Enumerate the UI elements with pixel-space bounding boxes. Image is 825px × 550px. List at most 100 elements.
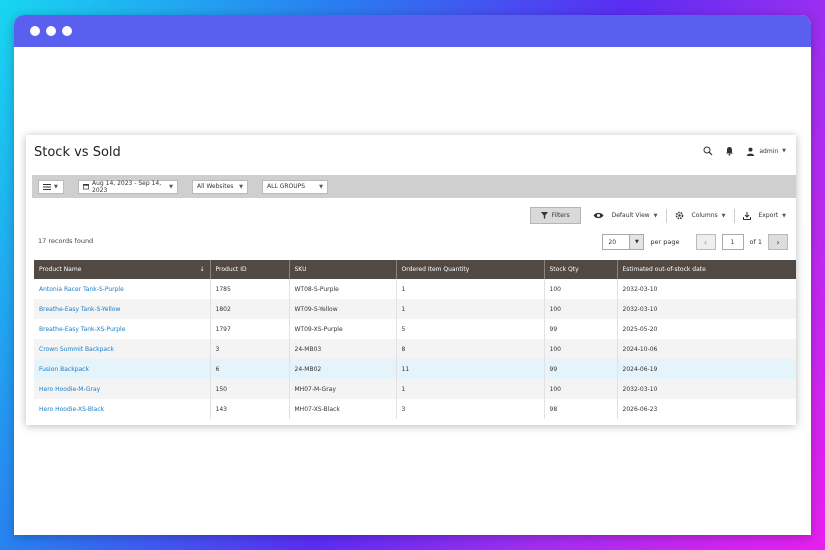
- product-link[interactable]: Hero Hoodie-XS-Black: [39, 406, 104, 413]
- sku-cell: WT08-S-Purple: [289, 279, 397, 299]
- user-menu[interactable]: admin ▼: [746, 147, 786, 156]
- chevron-down-icon: ▼: [319, 183, 323, 190]
- website-select[interactable]: All Websites ▼: [192, 179, 248, 194]
- stock-qty-cell: 99: [544, 319, 618, 339]
- filters-label: Filters: [551, 212, 570, 219]
- website-select-value: All Websites: [197, 183, 234, 190]
- ordered-qty-cell: 5: [396, 319, 545, 339]
- records-count: 17 records found: [38, 237, 94, 245]
- product-name-cell: Breathe-Easy Tank-S-Yellow: [34, 299, 211, 319]
- product-name-cell: Hero Hoodie-M-Gray: [34, 379, 211, 399]
- product-name-cell: Breathe-Easy Tank-XS-Purple: [34, 319, 211, 339]
- stock-qty-cell: 100: [544, 339, 618, 359]
- chevron-down-icon: ▼: [169, 183, 173, 190]
- table-row: Hero Hoodie-M-Gray 150 MH07-M-Gray 1 100…: [34, 379, 796, 399]
- sku-cell: MH07-M-Gray: [289, 379, 397, 399]
- ordered-qty-cell: 8: [396, 339, 545, 359]
- column-header-sku[interactable]: SKU: [289, 260, 397, 279]
- bell-icon[interactable]: [725, 146, 734, 156]
- column-header-product-id[interactable]: Product ID: [210, 260, 290, 279]
- group-select[interactable]: ALL GROUPS ▼: [262, 179, 328, 194]
- per-page-select[interactable]: 20 ▼: [602, 234, 645, 250]
- prev-page-button[interactable]: ‹: [695, 234, 716, 250]
- page-number-input[interactable]: 1: [721, 234, 744, 250]
- chevron-down-icon: ▼: [782, 212, 786, 219]
- per-page-label: per page: [650, 238, 680, 246]
- filter-toolbar: ▼ Aug 14, 2023 - Sep 14, 2023 ▼ All Webs…: [32, 175, 796, 198]
- export-button[interactable]: Export ▼: [742, 211, 786, 220]
- date-range-value: Aug 14, 2023 - Sep 14, 2023: [92, 179, 162, 194]
- table-header-row: Product Name ↓ Product ID SKU Ordered Ite…: [34, 260, 796, 279]
- chevron-down-icon: ▼: [629, 235, 644, 249]
- chevron-down-icon: ▼: [721, 212, 726, 219]
- product-link[interactable]: Fusion Backpack: [39, 366, 89, 373]
- product-id-cell: 1802: [210, 299, 290, 319]
- ordered-qty-cell: 1: [396, 379, 545, 399]
- report-panel: Stock vs Sold admin ▼ ▼ Aug 14, 2023 - S…: [26, 135, 796, 425]
- product-link[interactable]: Crown Summit Backpack: [39, 346, 114, 353]
- ordered-qty-cell: 11: [396, 359, 545, 379]
- out-of-stock-date-cell: 2032-03-10: [617, 299, 796, 319]
- out-of-stock-date-cell: 2026-06-23: [622, 405, 658, 413]
- export-label: Export: [758, 212, 779, 219]
- ordered-qty-cell: 1: [396, 299, 545, 319]
- pagination: 20 ▼ per page ‹ 1 of 1 ›: [602, 234, 788, 250]
- product-id-cell: 1797: [210, 319, 290, 339]
- sku-cell: MH07-XS-Black: [289, 399, 397, 419]
- column-header-stock-qty[interactable]: Stock Qty: [544, 260, 618, 279]
- search-icon[interactable]: [703, 146, 713, 156]
- eye-icon: [593, 212, 604, 219]
- table-row: Breathe-Easy Tank-XS-Purple 1797 WT09-XS…: [34, 319, 796, 339]
- column-header-out-of-stock-date[interactable]: Estimated out-of-stock date: [617, 260, 796, 279]
- product-link[interactable]: Breathe-Easy Tank-S-Yellow: [39, 306, 120, 313]
- date-range-picker[interactable]: Aug 14, 2023 - Sep 14, 2023 ▼: [78, 179, 178, 194]
- filter-icon: [540, 212, 548, 219]
- chevron-down-icon: ▼: [782, 148, 786, 154]
- table-row: Antonia Racer Tank-S-Purple 1785 WT08-S-…: [34, 279, 796, 299]
- product-name-cell: Hero Hoodie-XS-Black: [34, 399, 211, 419]
- window-dot: [30, 26, 40, 36]
- out-of-stock-date-cell: 2032-03-10: [622, 285, 658, 293]
- window-dot: [46, 26, 56, 36]
- column-header-ordered-qty[interactable]: Ordered Item Quantity: [396, 260, 545, 279]
- page-count: of 1: [749, 238, 762, 246]
- product-link[interactable]: Antonia Racer Tank-S-Purple: [39, 286, 124, 293]
- sku-cell: WT09-S-Yellow: [289, 299, 397, 319]
- user-name: admin: [759, 147, 779, 155]
- product-link[interactable]: Breathe-Easy Tank-XS-Purple: [39, 326, 125, 333]
- menu-button[interactable]: ▼: [38, 179, 64, 194]
- product-name-cell: Antonia Racer Tank-S-Purple: [34, 279, 211, 299]
- stock-table: Product Name ↓ Product ID SKU Ordered Ite…: [34, 260, 796, 419]
- table-row: Crown Summit Backpack 3 24-MB03 8 100 20…: [34, 339, 796, 359]
- out-of-stock-date-cell: 2025-05-20: [622, 325, 658, 333]
- out-of-stock-date-cell: 2024-06-19: [617, 359, 796, 379]
- column-header-product-name[interactable]: Product Name ↓: [34, 260, 211, 279]
- product-link[interactable]: Hero Hoodie-M-Gray: [39, 386, 100, 393]
- sku-cell: WT09-XS-Purple: [289, 319, 397, 339]
- product-id-cell: 6: [210, 359, 290, 379]
- view-switcher[interactable]: Default View ▼: [593, 212, 658, 219]
- view-label: Default View: [611, 212, 650, 219]
- divider: [665, 208, 667, 223]
- table-row: Hero Hoodie-XS-Black 143 MH07-XS-Black 3…: [34, 399, 796, 419]
- header-icons: admin ▼: [703, 146, 786, 156]
- chevron-down-icon: ▼: [54, 183, 58, 190]
- browser-content: Stock vs Sold admin ▼ ▼ Aug 14, 2023 - S…: [14, 47, 811, 535]
- chevron-down-icon: ▼: [653, 212, 658, 219]
- sort-arrow-icon: ↓: [199, 266, 205, 273]
- window-dot: [62, 26, 72, 36]
- filters-button[interactable]: Filters: [529, 207, 581, 224]
- columns-label: Columns: [691, 212, 718, 219]
- stock-qty-cell: 100: [544, 379, 618, 399]
- out-of-stock-date-cell: 2032-03-10: [617, 379, 796, 399]
- gear-icon: [675, 211, 683, 220]
- product-name-cell: Crown Summit Backpack: [34, 339, 211, 359]
- table-row: Breathe-Easy Tank-S-Yellow 1802 WT09-S-Y…: [34, 299, 796, 319]
- page-header: Stock vs Sold admin ▼: [26, 135, 796, 175]
- grid-actions: Filters Default View ▼ Columns ▼ Export: [529, 207, 786, 224]
- next-page-button[interactable]: ›: [768, 234, 788, 250]
- user-icon: [747, 147, 755, 156]
- download-icon: [742, 211, 751, 220]
- columns-button[interactable]: Columns ▼: [675, 211, 726, 220]
- hamburger-icon: [43, 183, 51, 190]
